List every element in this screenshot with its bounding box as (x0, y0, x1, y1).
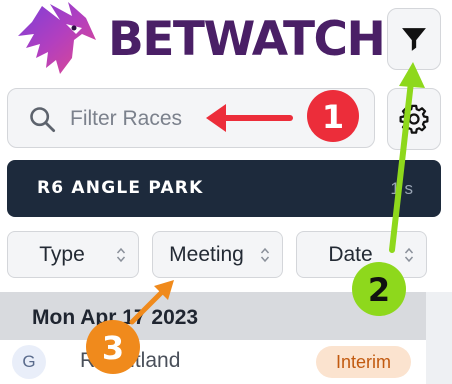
gear-icon (399, 104, 429, 134)
race-row-name: R Maitland (80, 349, 181, 372)
search-box (7, 88, 375, 148)
date-select-label: Date (328, 243, 373, 266)
type-select-label: Type (39, 243, 85, 266)
brand-name: BETWATCH (108, 12, 386, 67)
meeting-select-label: Meeting (169, 243, 244, 266)
eagle-logo-icon (18, 2, 96, 74)
day-group-header: Mon Apr 17 2023 (0, 292, 426, 340)
filter-toggle-button[interactable] (387, 8, 441, 70)
race-row[interactable]: G R Maitland Interim (0, 340, 426, 384)
type-select[interactable]: Type (7, 231, 139, 278)
status-badge: Interim (316, 346, 411, 378)
chevron-updown-icon (404, 247, 414, 263)
chevron-updown-icon (116, 247, 126, 263)
betwatch-logo[interactable] (12, 0, 100, 80)
funnel-icon (402, 28, 426, 51)
scrollbar-track[interactable] (426, 292, 452, 384)
chevron-updown-icon (260, 247, 270, 263)
settings-button[interactable] (387, 88, 441, 150)
meeting-select[interactable]: Meeting (152, 231, 283, 278)
search-input[interactable] (70, 99, 360, 139)
date-select[interactable]: Date (296, 231, 427, 278)
search-icon (30, 107, 56, 133)
selected-race-bar[interactable]: R6 ANGLE PARK 1 s (7, 160, 441, 217)
race-countdown: 1 s (390, 179, 413, 198)
avatar: G (12, 345, 46, 379)
day-label: Mon Apr 17 2023 (32, 306, 199, 329)
race-name: R6 ANGLE PARK (37, 178, 204, 198)
